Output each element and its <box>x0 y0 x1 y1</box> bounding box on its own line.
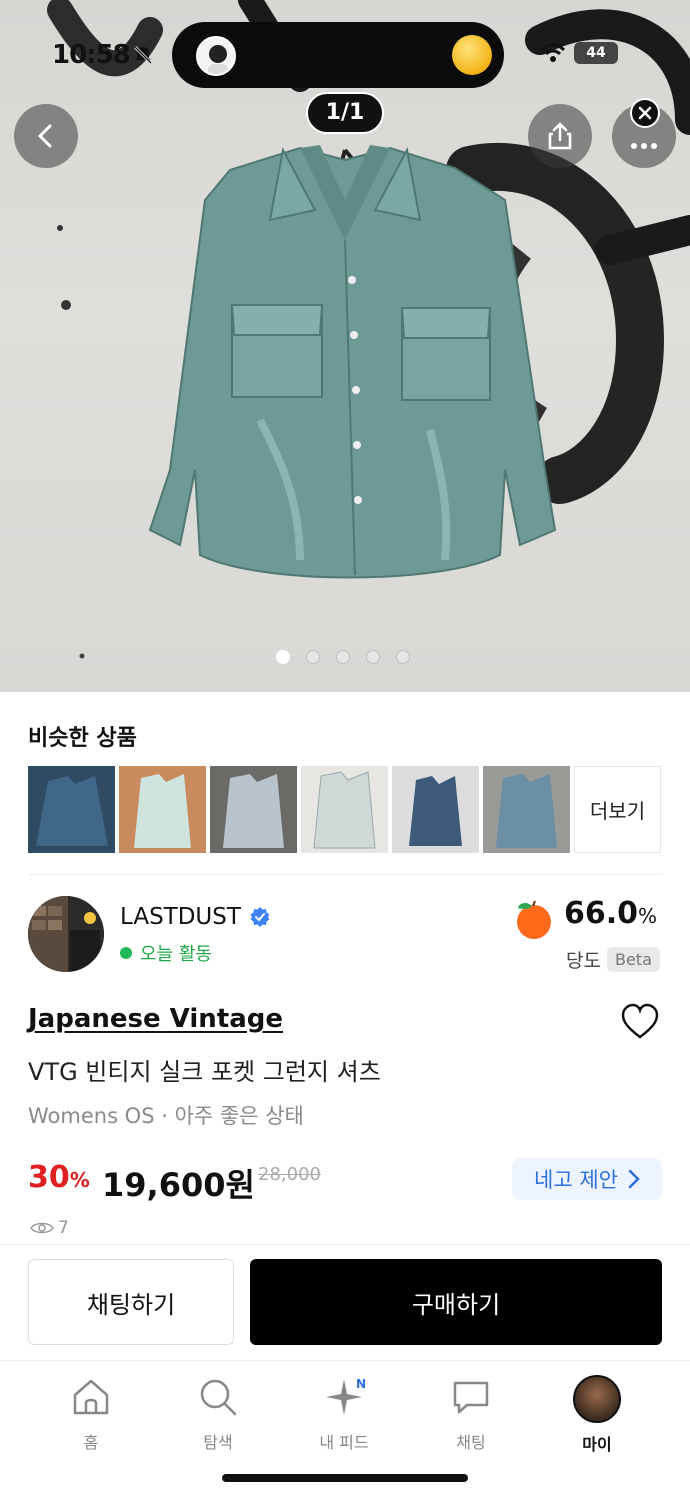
chevron-left-icon <box>37 124 52 148</box>
similar-product-thumb[interactable] <box>28 766 115 853</box>
tab-search[interactable]: 탐색 <box>168 1375 268 1453</box>
sweetness-score[interactable]: 66.0% <box>564 896 657 931</box>
discount-rate: 30% <box>28 1160 90 1195</box>
ellipsis-icon <box>631 143 657 149</box>
orange-icon <box>517 900 551 939</box>
discount-value: 30 <box>28 1160 70 1195</box>
home-icon <box>73 1379 109 1415</box>
seller-avatar[interactable] <box>28 896 104 972</box>
tab-home-label: 홈 <box>83 1433 99 1452</box>
pagination-dot[interactable] <box>396 650 410 664</box>
online-dot-icon <box>120 947 132 959</box>
home-indicator <box>222 1474 468 1482</box>
seller-name-row[interactable]: LASTDUST <box>120 904 271 930</box>
tab-chat-label: 채팅 <box>456 1433 486 1452</box>
image-pagination <box>276 650 410 664</box>
chat-bubble-icon <box>453 1381 489 1414</box>
search-icon <box>200 1379 237 1416</box>
score-value: 66.0 <box>564 896 639 931</box>
verified-badge-icon <box>250 907 270 927</box>
negotiate-label: 네고 제안 <box>534 1168 618 1192</box>
score-unit: % <box>638 904 658 928</box>
chevron-right-icon <box>628 1169 640 1189</box>
similar-product-thumb[interactable] <box>392 766 479 853</box>
tab-feed-label: 내 피드 <box>319 1433 369 1452</box>
pagination-dot[interactable] <box>366 650 380 664</box>
bell-slash-icon <box>133 45 153 65</box>
status-time: 10:58 <box>52 40 131 70</box>
activity-label: 오늘 활동 <box>140 944 212 965</box>
image-counter: 1/1 <box>306 92 384 134</box>
similar-product-thumb[interactable] <box>301 766 388 853</box>
chat-button[interactable]: 채팅하기 <box>28 1259 234 1345</box>
brand-link[interactable]: Japanese Vintage <box>28 1004 283 1034</box>
similar-product-thumb[interactable] <box>119 766 206 853</box>
seller-name: LASTDUST <box>120 904 241 930</box>
seller-activity-status: 오늘 활동 <box>120 940 212 966</box>
negotiate-offer-button[interactable]: 네고 제안 <box>512 1158 662 1200</box>
product-image-viewer[interactable]: 10:58 44 1/1 <box>0 0 690 692</box>
coin-icon <box>452 35 492 75</box>
tab-search-label: 탐색 <box>203 1433 233 1452</box>
beta-badge: Beta <box>606 947 660 972</box>
new-badge: N <box>356 1377 367 1391</box>
tab-feed[interactable]: N 내 피드 <box>294 1375 394 1453</box>
status-indicators: 44 <box>540 42 618 64</box>
pagination-dot[interactable] <box>306 650 320 664</box>
similar-products-list: 더보기 <box>28 766 661 853</box>
purchase-action-bar: 채팅하기 구매하기 <box>0 1244 690 1360</box>
close-overlay-button[interactable] <box>630 98 660 128</box>
product-title: VTG 빈티지 실크 포켓 그런지 셔츠 <box>28 1058 381 1086</box>
tab-chat[interactable]: 채팅 <box>421 1375 521 1453</box>
sale-price: 19,600원 <box>102 1166 255 1204</box>
pagination-dot[interactable] <box>276 650 290 664</box>
tab-my[interactable]: 마이 <box>547 1375 647 1455</box>
view-count: 7 <box>30 1218 69 1238</box>
battery-indicator: 44 <box>574 42 618 64</box>
close-icon <box>638 106 652 120</box>
sweetness-label: 당도 <box>566 950 601 972</box>
share-icon <box>548 122 572 150</box>
island-avatar <box>196 36 236 76</box>
tab-home[interactable]: 홈 <box>41 1375 141 1453</box>
share-button[interactable] <box>528 104 592 168</box>
eye-icon <box>30 1222 54 1234</box>
heart-icon[interactable] <box>620 1002 660 1042</box>
buy-button[interactable]: 구매하기 <box>250 1259 662 1345</box>
pagination-dot[interactable] <box>336 650 350 664</box>
see-more-similar-button[interactable]: 더보기 <box>574 766 661 853</box>
original-price: 28,000 <box>258 1164 321 1185</box>
dynamic-island[interactable] <box>172 22 504 88</box>
back-button[interactable] <box>14 104 78 168</box>
discount-unit: % <box>69 1168 90 1192</box>
view-count-value: 7 <box>58 1218 69 1238</box>
similar-product-thumb[interactable] <box>210 766 297 853</box>
product-meta: Womens OS · 아주 좋은 상태 <box>28 1104 304 1128</box>
similar-product-thumb[interactable] <box>483 766 570 853</box>
similar-products-title: 비슷한 상품 <box>28 726 137 751</box>
sweetness-label-row: 당도 Beta <box>566 946 660 973</box>
wifi-icon <box>540 43 566 62</box>
my-avatar <box>573 1375 621 1423</box>
divider <box>28 874 662 875</box>
tab-my-label: 마이 <box>582 1435 612 1454</box>
